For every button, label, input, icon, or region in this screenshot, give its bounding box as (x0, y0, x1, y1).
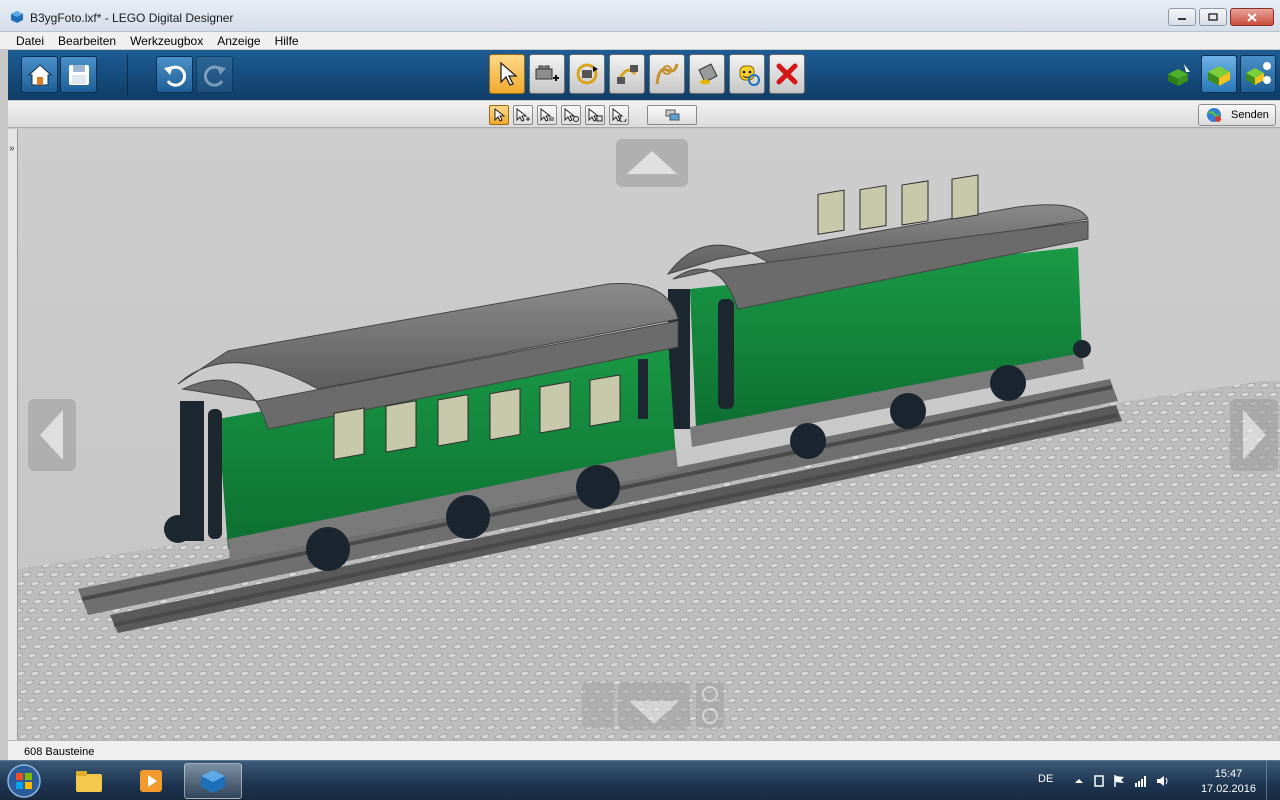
minimize-icon (1178, 18, 1186, 20)
close-icon (1247, 12, 1257, 22)
camera-rotate-down-button[interactable] (618, 682, 690, 730)
redo-icon (203, 65, 226, 87)
folder-icon (76, 771, 102, 792)
clone-icon (535, 65, 559, 81)
windows-taskbar: DE 15:47 17.02.2016 (0, 760, 1280, 800)
group-icon (665, 109, 680, 121)
cursor-icon (494, 108, 505, 122)
redo-button[interactable] (196, 56, 233, 93)
clock-time: 15:47 (1214, 768, 1243, 780)
main-toolbar (8, 50, 1280, 100)
flex-tool-button[interactable] (649, 54, 685, 94)
connected-select-button[interactable] (537, 105, 557, 125)
globe-icon (1207, 108, 1221, 122)
lego-app-icon (11, 11, 23, 23)
view-mode-icon (1208, 66, 1230, 86)
group-select-button[interactable] (647, 105, 697, 125)
paint-tool-button[interactable] (689, 54, 725, 94)
volume-icon[interactable] (1156, 774, 1170, 788)
hinge-align-icon (617, 65, 638, 84)
save-icon (68, 64, 89, 85)
title-bar: B3ygFoto.lxf* - LEGO Digital Designer (0, 0, 1280, 32)
single-select-button[interactable] (489, 105, 509, 125)
action-center-flag-icon[interactable] (1112, 774, 1126, 788)
minifig-tool-button[interactable] (729, 54, 765, 94)
delete-icon (776, 63, 798, 85)
windows-logo-icon (7, 764, 41, 798)
shape-select-button[interactable] (585, 105, 605, 125)
camera-rotate-right-button[interactable] (1230, 399, 1278, 471)
building-guide-icon (1246, 62, 1271, 85)
save-button[interactable] (60, 56, 97, 93)
language-indicator[interactable]: DE (1038, 773, 1053, 785)
zoom-fit-button[interactable] (582, 682, 614, 728)
start-button[interactable] (4, 763, 44, 799)
flex-icon (655, 63, 679, 85)
taskbar-explorer[interactable] (60, 763, 118, 799)
menu-werkzeugbox[interactable]: Werkzeugbox (123, 34, 210, 48)
cursor-color-icon (564, 108, 579, 122)
delete-tool-button[interactable] (769, 54, 805, 94)
show-desktop-button[interactable] (1266, 761, 1280, 800)
invert-select-button[interactable] (609, 105, 629, 125)
build-mode-button[interactable] (1164, 60, 1194, 90)
taskbar-lego-digital-designer[interactable] (184, 763, 242, 799)
menu-anzeige[interactable]: Anzeige (210, 34, 267, 48)
home-button[interactable] (21, 56, 58, 93)
palette-collapse-strip[interactable]: » (8, 129, 18, 740)
network-icon[interactable] (1134, 774, 1148, 788)
maximize-button[interactable] (1199, 8, 1227, 26)
lego-app-icon (201, 770, 225, 793)
cursor-shape-icon (588, 108, 603, 122)
color-select-button[interactable] (561, 105, 581, 125)
send-button[interactable]: Senden (1198, 104, 1276, 126)
clock[interactable]: 15:47 17.02.2016 (1201, 767, 1256, 797)
media-player-icon (140, 770, 162, 792)
undo-button[interactable] (156, 56, 193, 93)
menu-bearbeiten[interactable]: Bearbeiten (51, 34, 123, 48)
camera-rotate-up-button[interactable] (616, 139, 688, 187)
select-icon (500, 61, 518, 86)
clock-date: 17.02.2016 (1200, 783, 1256, 795)
building-guide-button[interactable] (1240, 55, 1276, 93)
taskbar-media-player[interactable] (122, 763, 180, 799)
clone-tool-button[interactable] (529, 54, 565, 94)
hinge-align-tool-button[interactable] (609, 54, 645, 94)
scene-render (18, 139, 1280, 740)
build-mode-icon (1168, 64, 1190, 86)
select-tool-button[interactable] (489, 54, 525, 94)
minimize-button[interactable] (1168, 8, 1196, 26)
expand-chevron-icon: » (9, 143, 15, 154)
status-bar: 608 Bausteine (8, 740, 1280, 760)
system-tray: DE 15:47 17.02.2016 (1030, 761, 1280, 800)
window-title: B3ygFoto.lxf* - LEGO Digital Designer (30, 11, 234, 25)
brick-count: 608 Bausteine (24, 746, 95, 758)
close-button[interactable] (1230, 8, 1274, 26)
3d-viewport[interactable] (18, 129, 1280, 740)
menu-bar: Datei Bearbeiten Werkzeugbox Anzeige Hil… (0, 32, 1280, 49)
multi-select-button[interactable] (513, 105, 533, 125)
menu-datei[interactable]: Datei (9, 34, 51, 48)
view-mode-button[interactable] (1201, 55, 1237, 93)
undo-icon (163, 65, 186, 87)
hinge-tool-button[interactable] (569, 54, 605, 94)
maximize-icon (1208, 13, 1218, 21)
toolbar-separator (127, 54, 128, 96)
window-controls (1168, 8, 1274, 26)
hinge-icon (576, 63, 598, 85)
minifig-icon (739, 65, 760, 86)
show-hidden-icons-icon[interactable] (1072, 774, 1086, 788)
camera-rotate-left-button[interactable] (28, 399, 76, 471)
cursor-invert-icon (612, 108, 627, 122)
device-icon[interactable] (1092, 774, 1106, 788)
cursor-plus-icon (516, 108, 530, 122)
send-label: Senden (1231, 109, 1269, 121)
sub-toolbar: Senden (8, 101, 1280, 128)
home-icon (27, 63, 52, 85)
menu-hilfe[interactable]: Hilfe (268, 34, 306, 48)
paint-bucket-icon (698, 63, 718, 85)
zoom-controls[interactable] (696, 682, 724, 728)
cursor-connected-icon (540, 108, 554, 122)
